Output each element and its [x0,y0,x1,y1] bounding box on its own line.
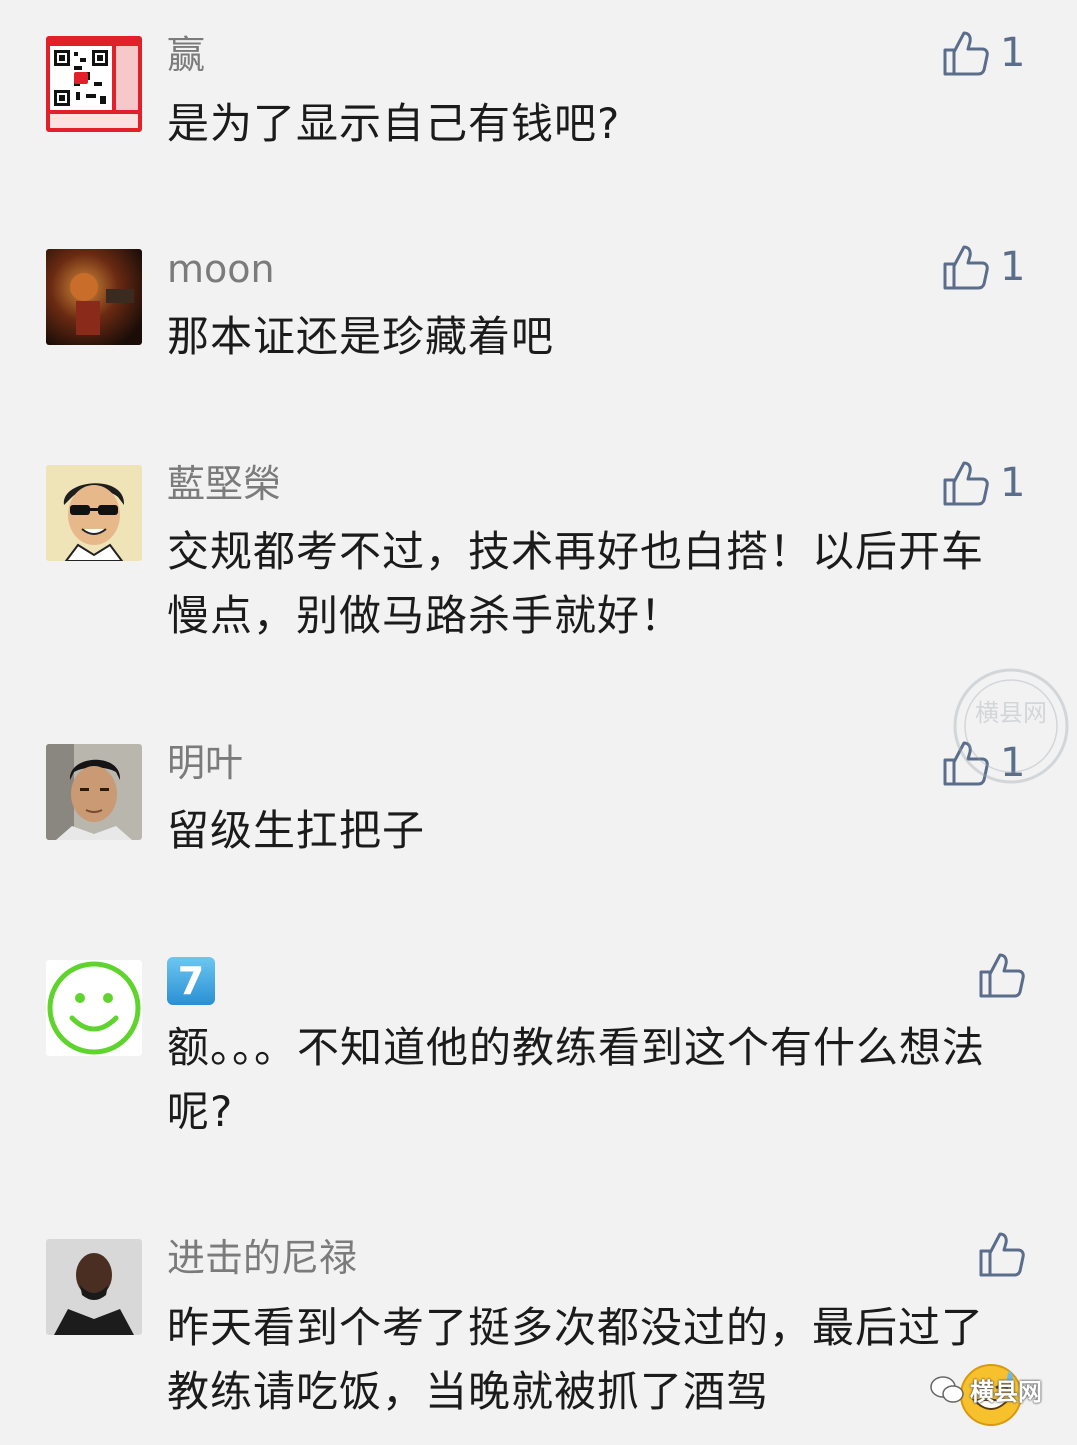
comment-text: 留级生扛把子 [167,806,426,855]
comment-text: 额。。。不知道他的教练看到这个有什么想法呢? [167,1023,986,1136]
thumbs-up-icon [978,951,1026,999]
like-button[interactable]: 1 [942,28,1025,78]
comment-nickname[interactable]: 进击的尼禄 [167,1233,357,1283]
comment-text: 昨天看到个考了挺多次都没过的，最后过了教练请吃饭，当晚就被抓了酒驾 [167,1303,985,1416]
like-count: 1 [1000,460,1026,506]
like-button[interactable]: 1 [942,242,1025,292]
like-button[interactable] [978,951,1026,999]
avatar[interactable] [46,1239,142,1335]
avatar[interactable] [46,36,142,132]
site-watermark: 横县网 [950,665,1072,787]
brand-label: 横县网 [970,1378,1042,1406]
thumbs-up-icon [978,1230,1026,1278]
keycap-seven-emoji: 7 [167,957,215,1005]
comment-nickname[interactable]: moon [167,244,275,294]
wechat-logo-icon [930,1375,964,1403]
watermark-text: 横县网 [975,699,1047,727]
comment-text: 交规都考不过，技术再好也白搭！以后开车慢点，别做马路杀手就好！ [167,527,985,640]
like-count: 1 [1000,30,1026,76]
avatar[interactable] [46,744,142,840]
like-button[interactable]: 1 [942,458,1025,508]
like-button[interactable] [978,1230,1026,1278]
comment-nickname[interactable]: 藍堅榮 [167,459,281,509]
thumbs-up-icon [942,29,990,77]
comment-nickname[interactable]: 赢 [167,30,205,80]
comment-text: 是为了显示自己有钱吧? [167,99,621,148]
thumbs-up-icon [942,459,990,507]
avatar[interactable] [46,465,142,561]
comment-text: 那本证还是珍藏着吧 [167,312,555,361]
avatar[interactable] [46,249,142,345]
avatar[interactable] [46,960,142,1056]
thumbs-up-icon [942,243,990,291]
like-count: 1 [1000,244,1026,290]
brand-watermark: 横县网 [930,1372,1042,1407]
comment-nickname[interactable]: 明叶 [167,738,243,788]
comment-nickname[interactable]: 7 [167,956,215,1006]
